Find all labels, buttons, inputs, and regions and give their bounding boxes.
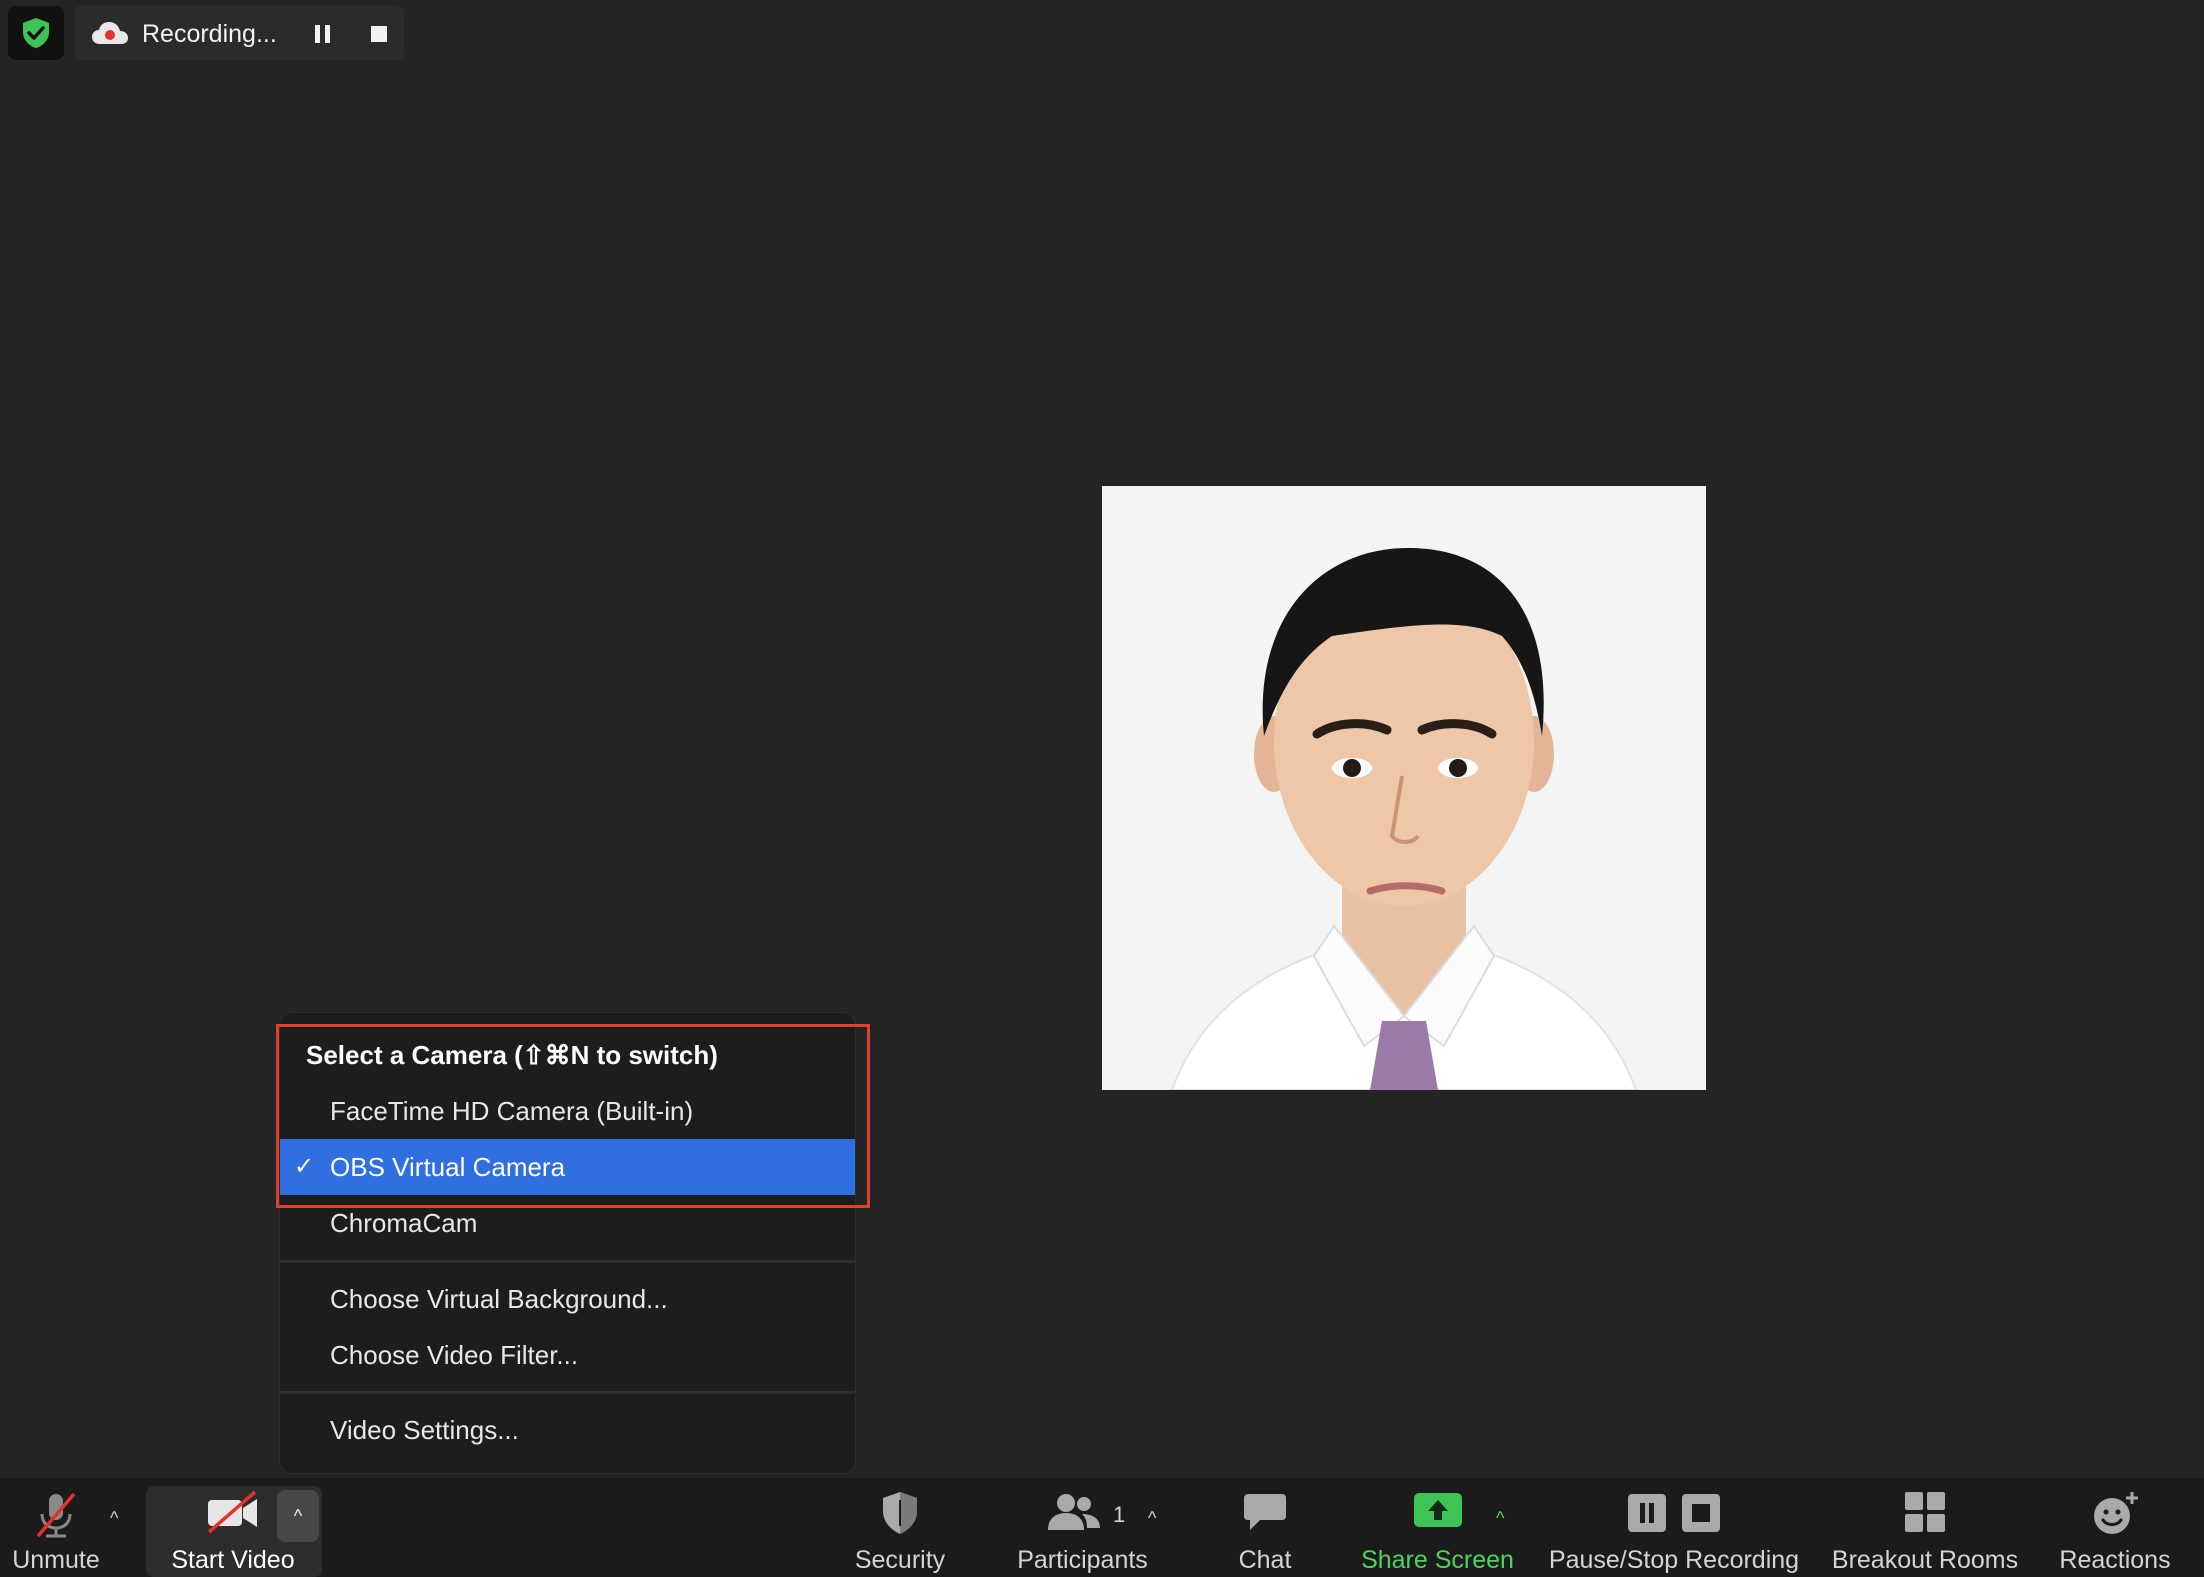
breakout-rooms-label: Breakout Rooms xyxy=(1831,1546,2019,1574)
pause-stop-recording-icon xyxy=(1628,1494,1720,1532)
menu-option-label: Choose Virtual Background... xyxy=(330,1284,668,1314)
choose-video-filter-option[interactable]: Choose Video Filter... xyxy=(280,1327,855,1383)
shield-check-icon xyxy=(23,18,49,48)
share-screen-label: Share Screen xyxy=(1361,1546,1514,1574)
choose-virtual-background-option[interactable]: Choose Virtual Background... xyxy=(280,1271,855,1327)
encryption-shield-badge[interactable] xyxy=(8,6,64,60)
breakout-rooms-grid-icon xyxy=(1905,1492,1945,1532)
chat-label: Chat xyxy=(1238,1546,1292,1574)
video-settings-option[interactable]: Video Settings... xyxy=(280,1402,855,1458)
security-label: Security xyxy=(854,1546,946,1574)
annotation-highlight-box xyxy=(276,1024,870,1208)
share-screen-options-caret[interactable]: ^ xyxy=(1496,1508,1504,1529)
reactions-button[interactable]: Reactions xyxy=(2050,1478,2180,1577)
menu-option-label: Video Settings... xyxy=(330,1415,519,1445)
video-off-icon xyxy=(207,1490,257,1534)
recording-label: Recording... xyxy=(142,20,277,48)
start-video-label: Start Video xyxy=(171,1546,295,1574)
recording-indicator: Recording... xyxy=(74,6,404,60)
pause-stop-recording-label: Pause/Stop Recording xyxy=(1548,1546,1800,1574)
menu-option-label: Choose Video Filter... xyxy=(330,1340,579,1370)
cloud-recording-icon xyxy=(92,22,128,44)
security-button[interactable]: Security xyxy=(840,1478,960,1577)
chat-bubble-icon xyxy=(1244,1494,1286,1530)
pause-recording-icon[interactable] xyxy=(314,24,332,44)
menu-divider xyxy=(280,1260,855,1263)
security-shield-icon xyxy=(883,1492,917,1534)
participants-button[interactable]: 1 Participants xyxy=(1000,1478,1165,1577)
breakout-rooms-button[interactable]: Breakout Rooms xyxy=(1820,1478,2030,1577)
participants-label: Participants xyxy=(1017,1546,1148,1574)
pause-stop-recording-button[interactable]: Pause/Stop Recording xyxy=(1540,1478,1808,1577)
audio-options-caret[interactable]: ^ xyxy=(110,1508,118,1529)
participants-options-caret[interactable]: ^ xyxy=(1148,1508,1156,1529)
participant-portrait xyxy=(1102,486,1706,1090)
menu-divider xyxy=(280,1391,855,1394)
chat-button[interactable]: Chat xyxy=(1210,1478,1320,1577)
stop-recording-icon[interactable] xyxy=(370,24,388,44)
share-screen-arrow-icon xyxy=(1413,1493,1462,1527)
video-options-caret[interactable]: ^ xyxy=(277,1490,319,1542)
reactions-label: Reactions xyxy=(2059,1546,2171,1574)
participants-icon xyxy=(1048,1494,1101,1530)
unmute-button[interactable]: Unmute xyxy=(0,1478,112,1577)
participant-count: 1 xyxy=(1113,1502,1126,1527)
unmute-label: Unmute xyxy=(12,1546,100,1574)
participant-video-tile xyxy=(1102,486,1706,1090)
muted-microphone-icon xyxy=(36,1492,76,1538)
reactions-smiley-icon xyxy=(2094,1492,2138,1534)
